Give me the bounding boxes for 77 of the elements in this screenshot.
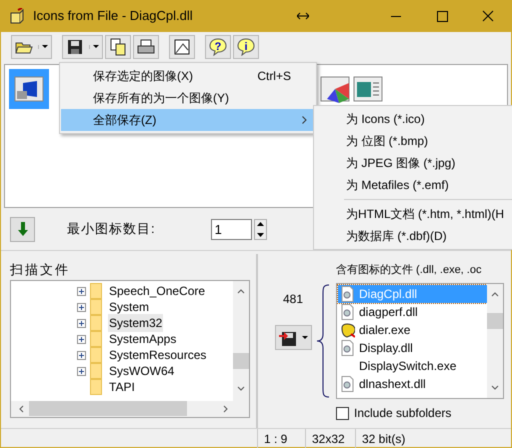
min-icon-count-field[interactable]: 1 xyxy=(210,218,252,240)
expand-icon[interactable] xyxy=(77,318,86,328)
folder-icon xyxy=(90,363,102,379)
menu-item[interactable]: 为数据库 (*.dbf)(D) xyxy=(314,225,512,247)
status-bar-field: 1 : 9 xyxy=(257,428,305,448)
save-files-button[interactable] xyxy=(275,325,312,350)
folder-tree-item[interactable]: SysWOW64 xyxy=(108,362,176,380)
folder-icon xyxy=(90,379,102,395)
folder-tree-item[interactable]: System32 xyxy=(108,314,164,332)
expand-icon[interactable] xyxy=(77,334,86,344)
vertical-scrollbar[interactable] xyxy=(487,284,503,398)
folder-icon xyxy=(90,315,102,331)
expand-icon[interactable] xyxy=(77,366,86,376)
caret-icon xyxy=(93,45,99,49)
scan-folder-label: 扫描文件 xyxy=(10,261,71,279)
expand-icon[interactable] xyxy=(77,286,86,296)
caret-icon xyxy=(302,336,308,340)
move-down-button[interactable] xyxy=(10,216,35,242)
include-subfolders-label[interactable]: Include subfolders xyxy=(354,404,452,422)
menu-item[interactable]: 为 位图 (*.bmp) xyxy=(314,130,512,152)
window-title: Icons from File - DiagCpl.dll xyxy=(33,7,193,26)
folder-icon xyxy=(90,283,102,299)
status-bar-field: 32 bit(s) xyxy=(355,428,435,448)
file-icon xyxy=(341,286,355,302)
status-bar-field: 32x32 xyxy=(305,428,355,448)
app-icon xyxy=(9,8,25,24)
save-button[interactable] xyxy=(62,35,103,59)
help-icon: ? xyxy=(209,38,227,56)
folder-icon xyxy=(90,299,102,315)
folder-tree-item[interactable]: Speech_OneCore xyxy=(108,282,206,300)
menu-item[interactable]: 保存所有的为一个图像(Y) xyxy=(61,87,315,109)
printer-icon xyxy=(137,38,155,56)
file-list-item[interactable]: diagperf.dll xyxy=(338,303,487,321)
folder-icon xyxy=(90,331,102,347)
folder-tree-item[interactable]: System xyxy=(108,298,150,316)
checkbox[interactable] xyxy=(336,406,349,420)
image-button[interactable] xyxy=(169,35,195,59)
file-list-item[interactable]: dlnashext.dll xyxy=(338,375,487,393)
file-list-item[interactable]: Display.dll xyxy=(338,339,487,357)
folder-tree-item[interactable]: SystemApps xyxy=(108,330,178,348)
picture-icon xyxy=(173,38,191,56)
folder-tree-item[interactable]: SystemResources xyxy=(108,346,208,364)
copy-icon xyxy=(109,38,127,56)
expand-icon[interactable] xyxy=(77,302,86,312)
maximize-icon xyxy=(435,9,449,23)
min-icon-count-label: 最小图标数目: xyxy=(67,220,156,238)
copy-button[interactable] xyxy=(105,35,131,59)
brace-icon xyxy=(315,284,331,398)
print-button[interactable] xyxy=(133,35,159,59)
spin-buttons[interactable] xyxy=(254,218,267,240)
menu-item[interactable]: 为HTML文档 (*.htm, *.html)(H xyxy=(314,203,512,225)
folder-icon xyxy=(90,347,102,363)
open-folder-button[interactable] xyxy=(11,35,52,59)
files-with-icons-label: 含有图标的文件 (.dll, .exe, .oc xyxy=(336,262,482,278)
menu-item[interactable]: 为 Metafiles (*.emf) xyxy=(314,174,512,196)
file-icon xyxy=(341,340,355,356)
file-count: 481 xyxy=(283,291,304,308)
info-button[interactable]: i xyxy=(233,35,259,59)
vertical-scrollbar[interactable] xyxy=(233,281,249,402)
resize-icon xyxy=(296,12,309,20)
help-button[interactable]: ? xyxy=(205,35,231,59)
down-arrow-icon xyxy=(18,222,28,236)
caret-icon xyxy=(42,45,48,49)
menu-item[interactable]: 保存选定的图像(X) Ctrl+S xyxy=(61,65,315,87)
icon-thumbnail[interactable] xyxy=(9,69,49,109)
file-icon xyxy=(341,304,355,320)
horizontal-scrollbar[interactable] xyxy=(11,401,249,417)
folder-tree-item[interactable]: TAPI xyxy=(108,378,136,396)
menu-item[interactable]: 为 Icons (*.ico) xyxy=(314,108,512,130)
file-list-item[interactable]: DisplaySwitch.exe xyxy=(338,357,487,375)
file-list-item[interactable]: dialer.exe xyxy=(338,321,487,339)
expand-icon[interactable] xyxy=(77,350,86,360)
menu-item[interactable]: 全部保存(Z) xyxy=(61,109,315,131)
file-icon xyxy=(341,376,355,392)
menu-item[interactable]: 为 JPEG 图像 (*.jpg) xyxy=(314,152,512,174)
info-icon: i xyxy=(237,38,255,56)
close-icon xyxy=(481,9,495,23)
